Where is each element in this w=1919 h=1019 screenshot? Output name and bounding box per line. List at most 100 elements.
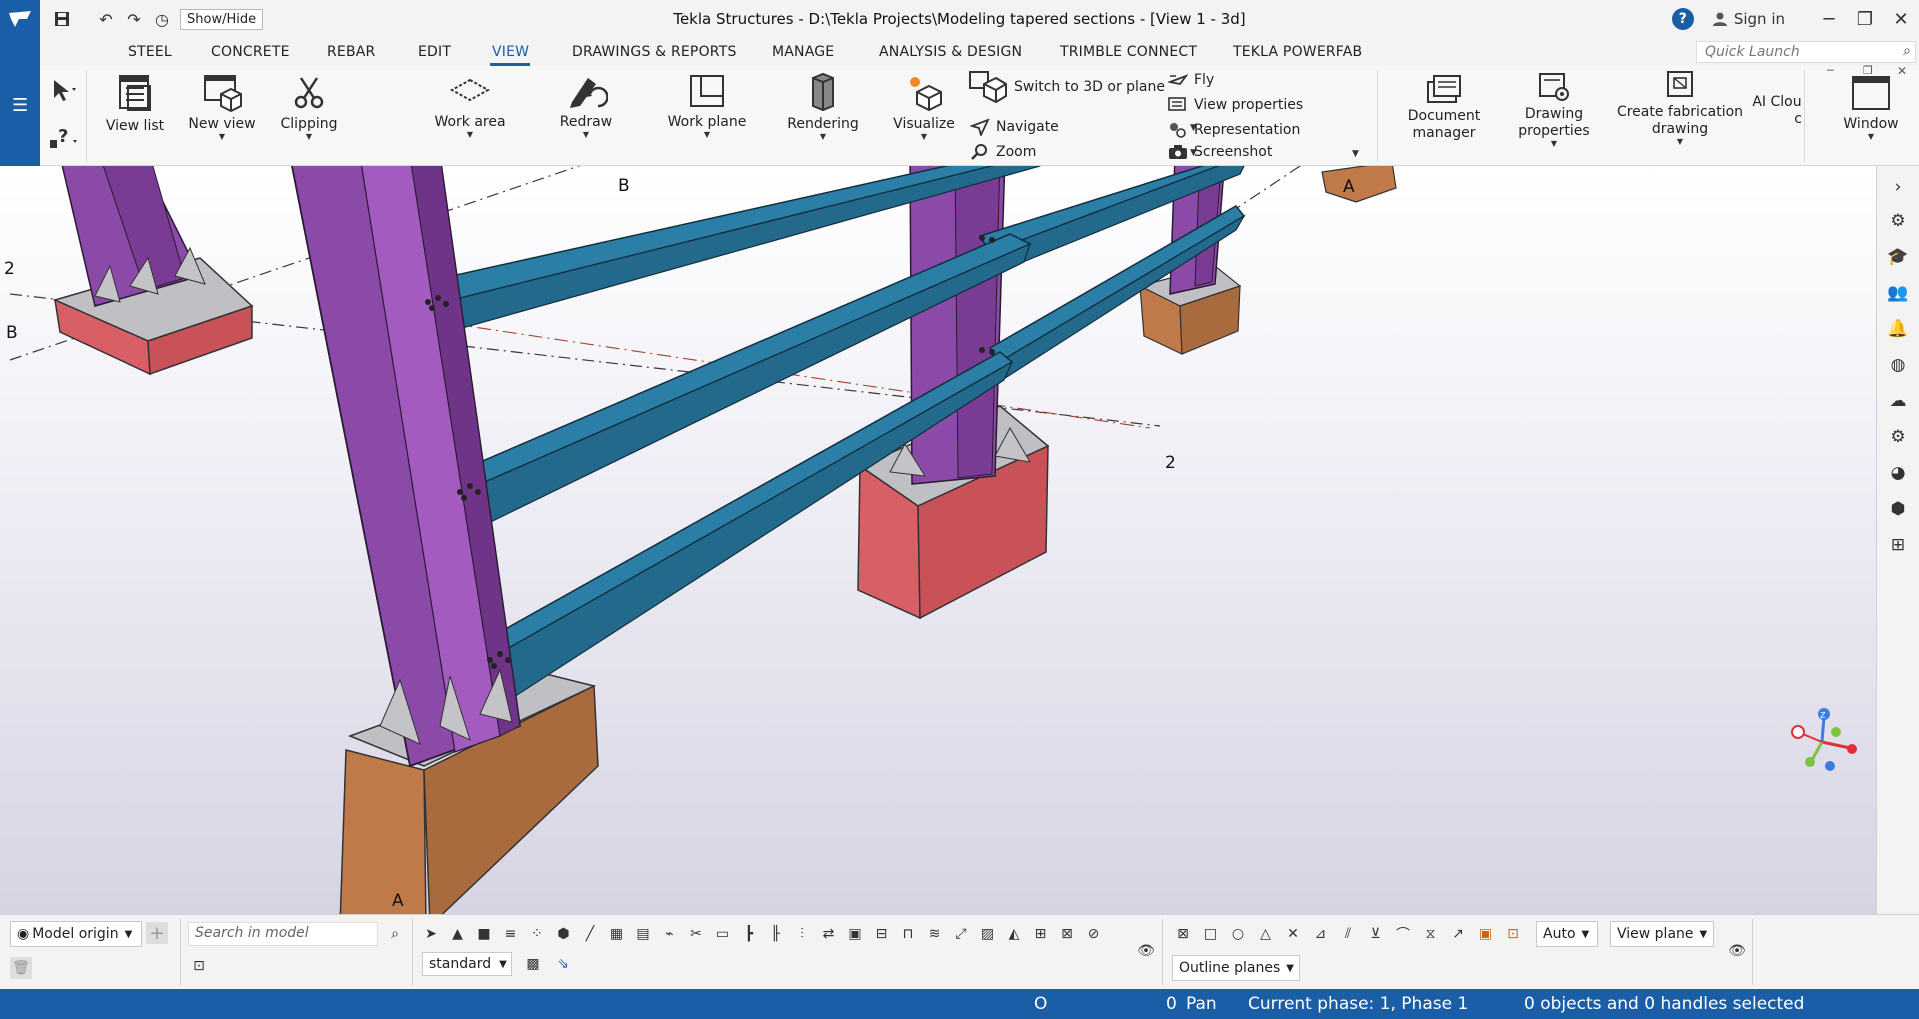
create-fabrication-drawing-button[interactable]: Create fabrication drawing ▼ [1612, 70, 1748, 146]
axis-gizmo[interactable]: Z [1791, 708, 1857, 771]
filter-icon[interactable]: ▩ [522, 953, 544, 975]
select-zoom-icon[interactable]: ⊘ [1083, 923, 1105, 945]
tab-edit[interactable]: EDIT [418, 44, 451, 60]
cloud-icon[interactable]: ☁ [1887, 390, 1909, 412]
select-pour-icon[interactable]: ⤢ [950, 923, 972, 945]
eye-icon[interactable]: 👁 [1726, 940, 1748, 962]
chevron-down-icon[interactable]: ▼ [1836, 133, 1906, 141]
outline-planes-select[interactable]: Outline planes ▼ [1172, 955, 1300, 981]
work-plane-button[interactable]: Work plane ▼ [664, 72, 750, 139]
switch-3d-button[interactable]: Switch to 3D or plane [968, 70, 1165, 104]
notification-bell-icon[interactable]: 🔔 [1887, 318, 1909, 340]
chevron-down-icon[interactable]: ▼ [548, 131, 624, 139]
tab-manage[interactable]: MANAGE [772, 44, 834, 60]
history-icon[interactable]: ◷ [150, 7, 174, 31]
view-properties-button[interactable]: View properties [1168, 97, 1303, 113]
screenshot-button[interactable]: Screenshot [1168, 144, 1272, 160]
tab-concrete[interactable]: CONCRETE [211, 44, 290, 60]
clipping-button[interactable]: Clipping ▼ [274, 72, 344, 141]
select-tag-icon[interactable]: ◭ [1003, 923, 1025, 945]
snap-override-icon[interactable]: ⊡ [1502, 923, 1524, 945]
visualize-button[interactable]: Visualize ▼ [884, 72, 964, 141]
chevron-down-icon[interactable]: ▼ [182, 133, 262, 141]
select-pointer-icon[interactable]: ➤ [420, 923, 442, 945]
inquire-tool-button[interactable]: ? [44, 126, 84, 156]
tab-view[interactable]: VIEW [492, 44, 529, 60]
show-hide-button[interactable]: Show/Hide [180, 8, 264, 30]
select-group-icon[interactable]: ⊞ [1030, 923, 1052, 945]
model-viewport-3d[interactable]: B 2 B A 2 A Z [0, 166, 1876, 914]
ribbon-minimize-icon[interactable]: ─ [1827, 64, 1834, 77]
snap-line-extension-icon[interactable]: ⊻ [1365, 923, 1387, 945]
selection-filter-select[interactable]: standard ▼ [422, 952, 512, 976]
hamburger-menu-icon[interactable]: ☰ [12, 95, 28, 116]
property-settings-icon[interactable]: ⚙ [1887, 210, 1909, 232]
search-in-model-input[interactable]: Search in model [188, 922, 378, 946]
window-button[interactable]: Window ▼ [1836, 74, 1906, 141]
undo-icon[interactable]: ↶ [94, 7, 118, 31]
status-current-phase[interactable]: Current phase: 1, Phase 1 [1248, 994, 1468, 1014]
globe-icon[interactable]: ◍ [1887, 354, 1909, 376]
snap-nearest-icon[interactable]: ⧖ [1420, 923, 1442, 945]
zoom-selected-icon[interactable]: ⊡ [188, 955, 210, 977]
tab-analysis-design[interactable]: ANALYSIS & DESIGN [879, 44, 1022, 60]
new-view-button[interactable]: New view ▼ [182, 72, 262, 141]
gear-icon[interactable]: ⚙ [1887, 426, 1909, 448]
snap-parallel-icon[interactable]: ⫽ [1337, 923, 1359, 945]
chevron-down-icon[interactable]: ▼ [884, 133, 964, 141]
screenshot-dropdown-icon[interactable]: ▼ [1352, 149, 1359, 159]
chevron-down-icon[interactable]: ▼ [664, 131, 750, 139]
snap-reference-icon[interactable]: ⊠ [1172, 923, 1194, 945]
select-grid-icon[interactable]: ≡ [500, 923, 522, 945]
eye-icon[interactable]: 👁 [1135, 940, 1157, 962]
components-icon[interactable]: ⊞ [1887, 534, 1909, 556]
chevron-right-icon[interactable]: › [1887, 176, 1909, 198]
select-points-icon[interactable]: ┣ [738, 923, 760, 945]
snap-free-icon[interactable]: ⌒ [1392, 923, 1414, 945]
select-object-icon[interactable]: ▣ [844, 923, 866, 945]
select-component-icon[interactable]: ⊓ [897, 923, 919, 945]
footing-far-right[interactable] [1321, 166, 1397, 203]
select-surface-icon[interactable]: ■ [473, 923, 495, 945]
chevron-down-icon[interactable]: ▼ [430, 131, 510, 139]
rendering-button[interactable]: Rendering ▼ [782, 72, 864, 141]
restore-icon[interactable]: ❐ [1847, 0, 1883, 38]
snap-end-icon[interactable]: □ [1200, 923, 1222, 945]
select-bolts-icon[interactable]: ⁘ [526, 923, 548, 945]
view-plane-select[interactable]: View plane ▼ [1610, 921, 1714, 947]
pick-icon[interactable]: ⇘ [552, 953, 574, 975]
select-layer-icon[interactable]: ⊟ [871, 923, 893, 945]
select-part-icon[interactable]: ▲ [447, 923, 469, 945]
document-manager-button[interactable]: Document manager [1402, 72, 1486, 142]
representation-button[interactable]: Representation [1168, 122, 1300, 138]
quick-launch-input[interactable]: Quick Launch ⌕ [1696, 41, 1916, 63]
view-list-button[interactable]: View list [102, 72, 168, 135]
select-plane-icon[interactable]: ╟ [765, 923, 787, 945]
minimize-icon[interactable]: ─ [1811, 0, 1847, 38]
select-sequence-icon[interactable]: ⫶ [791, 923, 813, 945]
select-tool-button[interactable] [44, 78, 84, 108]
select-nested-icon[interactable]: ⊠ [1056, 923, 1078, 945]
work-area-button[interactable]: Work area ▼ [430, 72, 510, 139]
select-assembly-icon[interactable]: ⬢ [553, 923, 575, 945]
select-weld-icon[interactable]: ⌁ [659, 923, 681, 945]
select-line-icon[interactable]: ╱ [579, 923, 601, 945]
tekla-logo-icon[interactable] [0, 0, 40, 38]
model-canvas[interactable]: B 2 B A 2 A Z [0, 166, 1876, 914]
sign-in-button[interactable]: Sign in [1712, 10, 1785, 28]
snap-geometry-icon[interactable]: ▣ [1475, 923, 1497, 945]
chevron-down-icon[interactable]: ▼ [1518, 140, 1590, 148]
users-icon[interactable]: 👥 [1887, 282, 1909, 304]
redo-icon[interactable]: ↷ [122, 7, 146, 31]
redraw-button[interactable]: Redraw ▼ [548, 72, 624, 139]
navigate-button[interactable]: Navigate [970, 118, 1059, 136]
learning-icon[interactable]: 🎓 [1887, 246, 1909, 268]
tab-tekla-powerfab[interactable]: TEKLA POWERFAB [1233, 44, 1362, 60]
chevron-down-icon[interactable]: ▼ [274, 133, 344, 141]
snap-perpendicular-icon[interactable]: ⊿ [1310, 923, 1332, 945]
chevron-down-icon[interactable]: ▼ [1612, 138, 1748, 146]
cube-icon[interactable]: ⬢ [1887, 498, 1909, 520]
select-reference-icon[interactable]: ⇄ [818, 923, 840, 945]
select-view-icon[interactable]: ▭ [712, 923, 734, 945]
tab-steel[interactable]: STEEL [128, 44, 172, 60]
